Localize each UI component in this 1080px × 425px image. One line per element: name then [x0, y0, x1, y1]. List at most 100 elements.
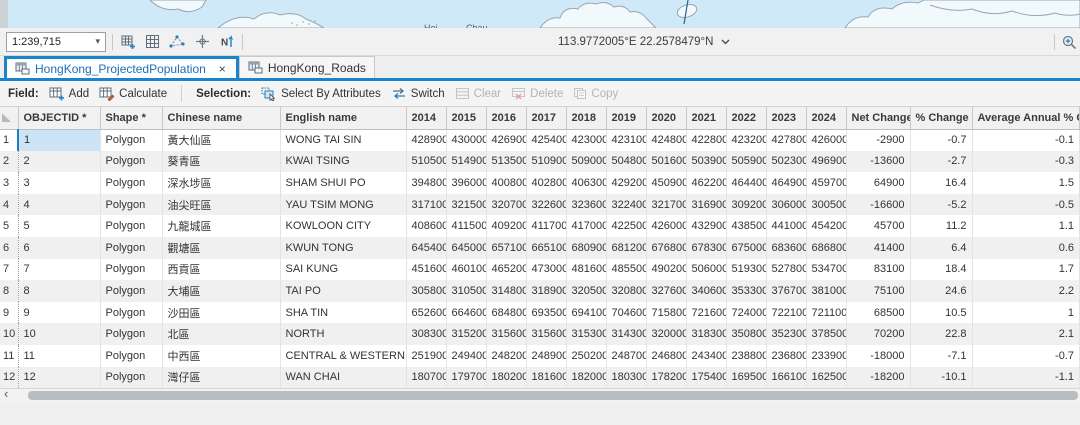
column-header[interactable]: % Change — [910, 107, 972, 129]
cell[interactable]: 426000 — [806, 129, 846, 151]
cell[interactable]: Polygon — [100, 172, 162, 194]
cell[interactable]: -18000 — [846, 345, 910, 367]
select-all-corner[interactable] — [0, 107, 18, 129]
cell[interactable]: 179700 — [446, 367, 486, 388]
cell[interactable]: 527800 — [766, 259, 806, 281]
cell[interactable]: -1.1 — [972, 367, 1080, 388]
cell[interactable]: 422500 — [606, 215, 646, 237]
cell[interactable]: 381000 — [806, 280, 846, 302]
cell[interactable]: 11 — [18, 345, 100, 367]
cell[interactable]: 10 — [18, 323, 100, 345]
cell[interactable]: 68500 — [846, 302, 910, 324]
cell[interactable]: 425400 — [526, 129, 566, 151]
cell[interactable]: 411700 — [526, 215, 566, 237]
cell[interactable]: 181600 — [526, 367, 566, 388]
cell[interactable]: 41400 — [846, 237, 910, 259]
cell[interactable]: 1.1 — [972, 215, 1080, 237]
cell[interactable]: 506000 — [686, 259, 726, 281]
cell[interactable]: 315300 — [566, 323, 606, 345]
cell[interactable]: Polygon — [100, 345, 162, 367]
cell[interactable]: Polygon — [100, 280, 162, 302]
add-field-button[interactable]: Add — [49, 87, 89, 101]
zoom-magnifier-icon[interactable] — [1061, 34, 1078, 51]
cell[interactable]: 5 — [18, 215, 100, 237]
cell[interactable]: 501600 — [646, 151, 686, 173]
cell[interactable]: 675000 — [726, 237, 766, 259]
cell[interactable]: SHAM SHUI PO — [280, 172, 406, 194]
cell[interactable]: 314300 — [606, 323, 646, 345]
cell[interactable]: 8 — [18, 280, 100, 302]
cell[interactable]: SHA TIN — [280, 302, 406, 324]
new-map-view-icon[interactable] — [119, 33, 136, 50]
cell[interactable]: Polygon — [100, 302, 162, 324]
row-number[interactable]: 7 — [0, 259, 18, 281]
cell[interactable]: 680900 — [566, 237, 606, 259]
cell[interactable]: 300500 — [806, 194, 846, 216]
cell[interactable]: 309200 — [726, 194, 766, 216]
cell[interactable]: 503900 — [686, 151, 726, 173]
cell[interactable]: 315600 — [486, 323, 526, 345]
cell[interactable]: KWUN TONG — [280, 237, 406, 259]
cell[interactable]: 353300 — [726, 280, 766, 302]
cell[interactable]: 502300 — [766, 151, 806, 173]
cell[interactable]: 462200 — [686, 172, 726, 194]
cell[interactable]: 北區 — [162, 323, 280, 345]
cell[interactable]: 496900 — [806, 151, 846, 173]
cell[interactable]: 246800 — [646, 345, 686, 367]
cell[interactable]: 408600 — [406, 215, 446, 237]
cell[interactable]: 693500 — [526, 302, 566, 324]
cell[interactable]: 485500 — [606, 259, 646, 281]
cell[interactable]: 12 — [18, 367, 100, 388]
cell[interactable]: 694100 — [566, 302, 606, 324]
cell[interactable]: 大埔區 — [162, 280, 280, 302]
cell[interactable]: 24.6 — [910, 280, 972, 302]
cell[interactable]: CENTRAL & WESTERN — [280, 345, 406, 367]
column-header[interactable]: 2014 — [406, 107, 446, 129]
cell[interactable]: TAI PO — [280, 280, 406, 302]
cell[interactable]: 406300 — [566, 172, 606, 194]
cell[interactable]: 683600 — [766, 237, 806, 259]
cell[interactable]: 182000 — [566, 367, 606, 388]
scroll-left-icon[interactable]: ‹ — [4, 387, 8, 401]
column-header[interactable]: 2016 — [486, 107, 526, 129]
cell[interactable]: 310500 — [446, 280, 486, 302]
cell[interactable]: 430000 — [446, 129, 486, 151]
cell[interactable]: 409200 — [486, 215, 526, 237]
cell[interactable]: 2.1 — [972, 323, 1080, 345]
cell[interactable]: 665100 — [526, 237, 566, 259]
column-header[interactable]: Shape * — [100, 107, 162, 129]
table-row[interactable]: 44Polygon油尖旺區YAU TSIM MONG31710032150032… — [0, 194, 1080, 216]
cell[interactable]: 0.6 — [972, 237, 1080, 259]
cell[interactable]: 320700 — [486, 194, 526, 216]
cell[interactable]: -0.5 — [972, 194, 1080, 216]
cell[interactable]: 715800 — [646, 302, 686, 324]
cell[interactable]: WAN CHAI — [280, 367, 406, 388]
row-number[interactable]: 9 — [0, 302, 18, 324]
cell[interactable]: 422800 — [686, 129, 726, 151]
row-number[interactable]: 12 — [0, 367, 18, 388]
cell[interactable]: WONG TAI SIN — [280, 129, 406, 151]
cell[interactable]: 308300 — [406, 323, 446, 345]
column-header[interactable]: Average Annual % Change — [972, 107, 1080, 129]
cell[interactable]: 450900 — [646, 172, 686, 194]
cell[interactable]: Polygon — [100, 367, 162, 388]
column-header[interactable]: OBJECTID * — [18, 107, 100, 129]
cell[interactable]: 7 — [18, 259, 100, 281]
cell[interactable]: 169500 — [726, 367, 766, 388]
cell[interactable]: 64900 — [846, 172, 910, 194]
cell[interactable]: SAI KUNG — [280, 259, 406, 281]
cell[interactable]: 322600 — [526, 194, 566, 216]
column-header[interactable]: 2017 — [526, 107, 566, 129]
cell[interactable]: 423100 — [606, 129, 646, 151]
cell[interactable]: 318300 — [686, 323, 726, 345]
cell[interactable]: 162500 — [806, 367, 846, 388]
cell[interactable]: 1.7 — [972, 259, 1080, 281]
cell[interactable]: 721600 — [686, 302, 726, 324]
cell[interactable]: 318900 — [526, 280, 566, 302]
cell[interactable]: 305800 — [406, 280, 446, 302]
cell[interactable]: 505900 — [726, 151, 766, 173]
cell[interactable]: 657100 — [486, 237, 526, 259]
cell[interactable]: 490200 — [646, 259, 686, 281]
cell[interactable]: 504800 — [606, 151, 646, 173]
cell[interactable]: -13600 — [846, 151, 910, 173]
